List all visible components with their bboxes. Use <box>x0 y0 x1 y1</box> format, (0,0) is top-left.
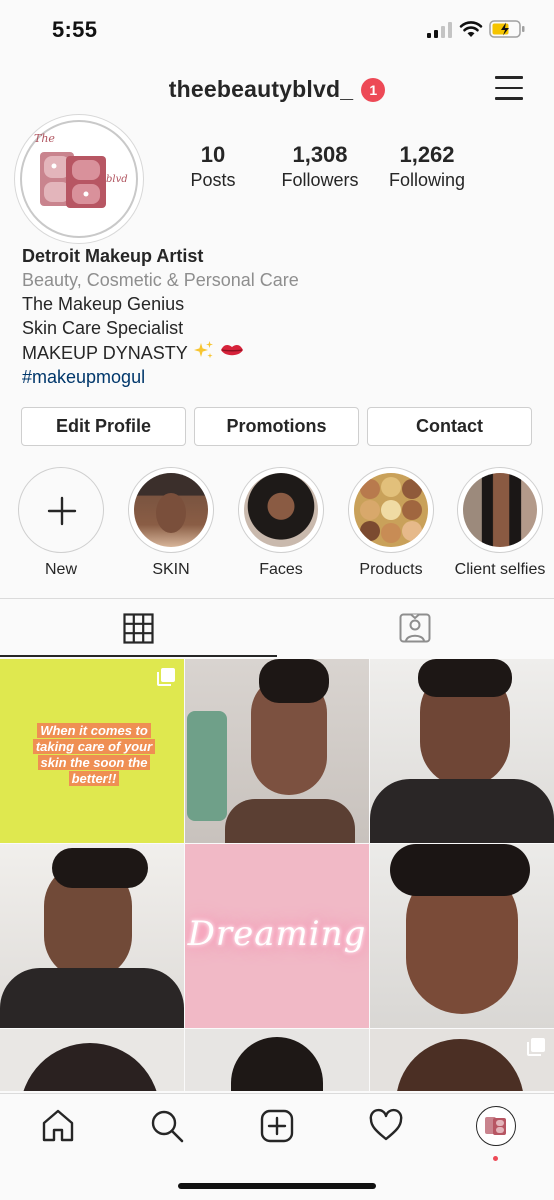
svg-text:blvd: blvd <box>106 174 128 185</box>
new-post-icon[interactable] <box>259 1108 295 1144</box>
post-tile[interactable] <box>0 1029 184 1091</box>
tab-tagged[interactable] <box>277 599 554 657</box>
following-label: Following <box>388 170 466 190</box>
svg-text:The: The <box>34 132 55 145</box>
highlight-label: Products <box>359 561 423 578</box>
notification-dot <box>493 1156 498 1161</box>
highlight-client-selfies[interactable]: Client selfies <box>450 467 550 579</box>
bio-line-3-wrap: MAKEUP DYNASTY <box>22 340 542 365</box>
highlight-faces-image <box>244 473 318 547</box>
profile-header: theebeautyblvd_ 1 <box>0 64 554 116</box>
highlight-label: SKIN <box>152 561 190 578</box>
neon-sign-text: Dreaming <box>187 914 367 954</box>
active-tab-indicator <box>0 655 277 657</box>
highlight-label: Client selfies <box>454 561 546 578</box>
status-time: 5:55 <box>52 17 98 42</box>
highlight-label: New <box>44 561 77 578</box>
status-bar: 5:55 <box>0 0 554 60</box>
post-tile[interactable] <box>370 659 554 843</box>
posts-label: Posts <box>190 170 236 190</box>
posts-stat[interactable]: 10 Posts <box>182 142 244 192</box>
bio-line-1: The Makeup Genius <box>22 294 185 314</box>
profile-username[interactable]: theebeautyblvd_ <box>169 76 354 102</box>
bio-hashtag-link[interactable]: #makeupmogul <box>22 365 542 389</box>
username-switcher[interactable]: theebeautyblvd_ 1 <box>0 76 554 103</box>
bb-logo-icon: The blvd <box>34 132 128 208</box>
avatar-logo: The blvd <box>20 120 138 238</box>
profile-avatar[interactable]: The blvd <box>14 114 144 244</box>
lips-icon <box>220 345 243 356</box>
following-count: 1,262 <box>399 142 455 167</box>
plus-icon <box>47 496 77 526</box>
bio-name: Detroit Makeup Artist <box>22 246 204 266</box>
profile-bio: Detroit Makeup Artist Beauty, Cosmetic &… <box>22 244 542 389</box>
post-tile[interactable] <box>185 659 369 843</box>
new-highlight-circle[interactable] <box>18 467 104 553</box>
highlight-cover[interactable] <box>457 467 543 553</box>
eyeshadow-palette-icon <box>360 477 422 543</box>
following-stat[interactable]: 1,262 Following <box>381 142 473 192</box>
multiple-images-icon <box>157 668 175 686</box>
followers-stat[interactable]: 1,308 Followers <box>274 142 366 192</box>
post-tile[interactable] <box>370 844 554 1028</box>
battery-charging-icon <box>489 20 525 38</box>
home-indicator[interactable] <box>178 1183 376 1189</box>
post-tile[interactable] <box>0 844 184 1028</box>
post-tile[interactable]: When it comes to taking care of your ski… <box>0 659 184 843</box>
search-icon[interactable] <box>149 1108 185 1144</box>
tab-grid[interactable] <box>0 599 277 657</box>
post-tile[interactable] <box>185 1029 369 1091</box>
highlight-cover[interactable] <box>128 467 214 553</box>
highlight-cover[interactable] <box>238 467 324 553</box>
tagged-person-icon <box>399 613 431 643</box>
notification-badge: 1 <box>361 78 386 102</box>
posts-count: 10 <box>200 142 226 167</box>
grid-icon <box>123 613 154 644</box>
contact-button[interactable]: Contact <box>367 407 532 446</box>
home-icon[interactable] <box>40 1108 76 1144</box>
highlight-faces[interactable]: Faces <box>231 467 331 579</box>
followers-count: 1,308 <box>292 142 348 167</box>
highlight-new[interactable]: New <box>11 467 111 579</box>
multiple-images-icon <box>527 1038 545 1056</box>
profile-avatar-icon[interactable] <box>476 1106 516 1146</box>
bio-line-2: Skin Care Specialist <box>22 318 184 338</box>
sparkles-icon <box>193 341 213 359</box>
wifi-icon <box>459 21 483 37</box>
highlight-skin-image <box>134 473 208 547</box>
highlight-products-image <box>354 473 428 547</box>
bio-category: Beauty, Cosmetic & Personal Care <box>22 270 299 290</box>
highlight-cover[interactable] <box>348 467 434 553</box>
highlight-label: Faces <box>259 561 303 578</box>
edit-profile-button[interactable]: Edit Profile <box>21 407 186 446</box>
bb-logo-small-icon <box>485 1117 506 1135</box>
post-caption-text: When it comes to taking care of your ski… <box>24 723 164 787</box>
post-tile[interactable]: Dreaming <box>185 844 369 1028</box>
instagram-profile-screen: 5:55 theebeautyblvd_ 1 The blvd 10 Posts… <box>0 0 554 1200</box>
highlight-skin[interactable]: SKIN <box>121 467 221 579</box>
hamburger-menu-icon[interactable] <box>495 76 525 102</box>
followers-label: Followers <box>281 170 359 190</box>
promotions-button[interactable]: Promotions <box>194 407 359 446</box>
activity-heart-icon[interactable] <box>368 1108 404 1144</box>
highlight-products[interactable]: Products <box>341 467 441 579</box>
highlight-client-selfies-image <box>463 473 537 547</box>
bio-line-3: MAKEUP DYNASTY <box>22 343 188 363</box>
post-tile[interactable] <box>370 1029 554 1091</box>
signal-icon <box>427 22 452 38</box>
posts-grid: When it comes to taking care of your ski… <box>0 659 554 1091</box>
